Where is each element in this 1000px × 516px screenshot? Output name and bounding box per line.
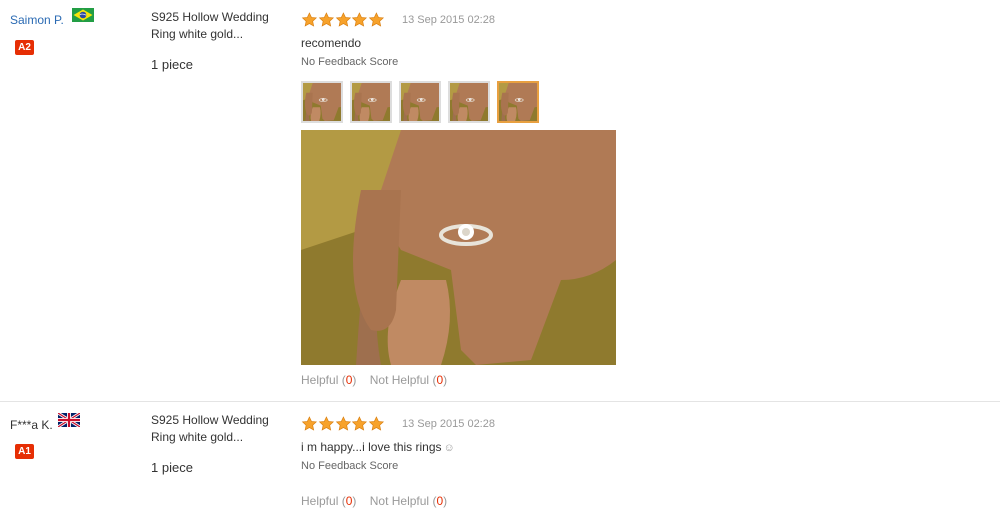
photo-thumbnail[interactable] bbox=[399, 81, 441, 123]
reviewer-name[interactable]: Saimon P. bbox=[10, 13, 64, 27]
review-item: Saimon P. A2 S925 Hollow Wedding Ring wh… bbox=[0, 0, 1000, 402]
product-name[interactable]: S925 Hollow Wedding Ring white gold... bbox=[151, 9, 286, 43]
star-icon bbox=[335, 416, 352, 432]
review-text: i m happy...i love this rings bbox=[301, 440, 442, 454]
product-name[interactable]: S925 Hollow Wedding Ring white gold... bbox=[151, 412, 286, 446]
helpful-count: 0 bbox=[345, 494, 353, 508]
review-item: F***a K. A1 S925 Hollow Wedding Ring whi… bbox=[0, 402, 1000, 516]
quantity: 1 piece bbox=[151, 57, 193, 72]
quantity: 1 piece bbox=[151, 460, 193, 475]
helpful-button[interactable]: Helpful (0) bbox=[301, 494, 356, 508]
star-icon bbox=[301, 416, 318, 432]
review-date: 13 Sep 2015 02:28 bbox=[402, 14, 495, 26]
not-helpful-count: 0 bbox=[436, 494, 444, 508]
helpful-button[interactable]: Helpful (0) bbox=[301, 373, 356, 387]
feedback-score: No Feedback Score bbox=[301, 460, 399, 472]
not-helpful-count: 0 bbox=[436, 373, 444, 387]
photo-thumbnail[interactable] bbox=[448, 81, 490, 123]
star-icon bbox=[351, 12, 368, 28]
helpful-votes: Helpful (0) Not Helpful (0) bbox=[301, 494, 457, 508]
feedback-score: No Feedback Score bbox=[301, 56, 399, 68]
star-icon bbox=[368, 12, 385, 28]
review-text-container: i m happy...i love this rings ☺ bbox=[301, 440, 455, 454]
star-icon bbox=[318, 12, 335, 28]
star-icon bbox=[368, 416, 385, 432]
not-helpful-button[interactable]: Not Helpful (0) bbox=[370, 494, 447, 508]
star-rating bbox=[301, 416, 385, 432]
review-photo-large[interactable] bbox=[301, 130, 616, 365]
star-rating bbox=[301, 12, 385, 28]
review-text: recomendo bbox=[301, 36, 362, 50]
helpful-votes: Helpful (0) Not Helpful (0) bbox=[301, 373, 457, 387]
helpful-count: 0 bbox=[345, 373, 353, 387]
star-icon bbox=[318, 416, 335, 432]
review-date: 13 Sep 2015 02:28 bbox=[402, 418, 495, 430]
photo-thumbnail[interactable] bbox=[301, 81, 343, 123]
not-helpful-button[interactable]: Not Helpful (0) bbox=[370, 373, 447, 387]
star-icon bbox=[301, 12, 318, 28]
reviewer-name: F***a K. bbox=[10, 418, 53, 432]
photo-thumbnail[interactable] bbox=[350, 81, 392, 123]
star-icon bbox=[335, 12, 352, 28]
buyer-level-badge: A2 bbox=[15, 40, 34, 55]
star-icon bbox=[351, 416, 368, 432]
uk-flag-icon bbox=[58, 413, 80, 427]
photo-thumbnails bbox=[301, 81, 546, 123]
brazil-flag-icon bbox=[72, 8, 94, 22]
photo-thumbnail-selected[interactable] bbox=[497, 81, 539, 123]
buyer-level-badge: A1 bbox=[15, 444, 34, 459]
smile-emoji-icon: ☺ bbox=[443, 442, 455, 454]
